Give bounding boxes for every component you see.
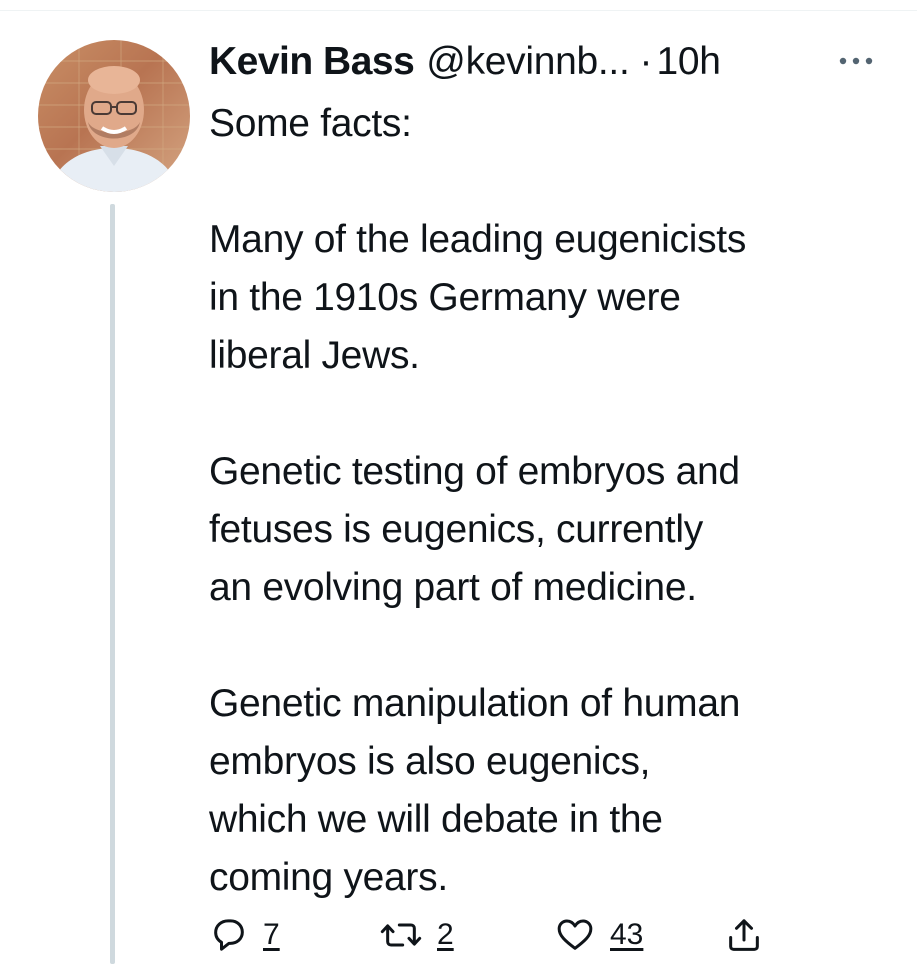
- timestamp[interactable]: 10h: [657, 40, 721, 84]
- tweet-line: coming years.: [209, 856, 448, 899]
- like-button[interactable]: 43: [554, 910, 643, 960]
- share-icon: [729, 919, 759, 951]
- tweet-line: Genetic testing of embryos and: [209, 450, 740, 493]
- retweet-button[interactable]: 2: [379, 910, 454, 960]
- tweet-line: fetuses is eugenics, currently: [209, 508, 703, 551]
- separator-dot: ·: [639, 40, 653, 83]
- tweet-header: Kevin Bass @kevinnb... · 10h: [209, 38, 721, 86]
- top-divider: [0, 10, 917, 11]
- reply-count: 7: [263, 918, 280, 951]
- tweet-paragraph: Genetic testing of embryos and fetuses i…: [209, 443, 899, 617]
- avatar-photo: [48, 66, 180, 192]
- share-button[interactable]: [724, 910, 764, 960]
- reply-icon: [214, 919, 244, 951]
- more-horizontal-icon: [839, 57, 873, 65]
- retweet-count: 2: [437, 918, 454, 951]
- tweet-line: embryos is also eugenics,: [209, 740, 651, 783]
- like-count: 43: [610, 918, 644, 951]
- tweet-action-bar: 7 2 43: [209, 910, 789, 960]
- tweet-paragraph: Some facts:: [209, 95, 899, 153]
- tweet-line: Many of the leading eugenicists: [209, 218, 747, 261]
- reply-button[interactable]: 7: [209, 910, 280, 960]
- tweet-line: liberal Jews.: [209, 334, 420, 377]
- tweet-line: an evolving part of medicine.: [209, 566, 697, 609]
- heart-icon: [557, 919, 593, 950]
- tweet-line: Some facts:: [209, 102, 412, 145]
- tweet-line: in the 1910s Germany were: [209, 276, 681, 319]
- avatar[interactable]: [38, 40, 190, 192]
- tweet-text: Some facts: Many of the leading eugenici…: [209, 95, 899, 907]
- more-options-button[interactable]: [832, 46, 880, 76]
- tweet-paragraph: Genetic manipulation of human embryos is…: [209, 675, 899, 907]
- thread-connector-line: [110, 204, 115, 964]
- retweet-icon: [380, 923, 422, 947]
- tweet-line: Genetic manipulation of human: [209, 682, 741, 725]
- tweet-paragraph: Many of the leading eugenicists in the 1…: [209, 211, 899, 385]
- author-name[interactable]: Kevin Bass: [209, 40, 415, 84]
- tweet-line: which we will debate in the: [209, 798, 663, 841]
- author-handle[interactable]: @kevinnb...: [426, 40, 630, 84]
